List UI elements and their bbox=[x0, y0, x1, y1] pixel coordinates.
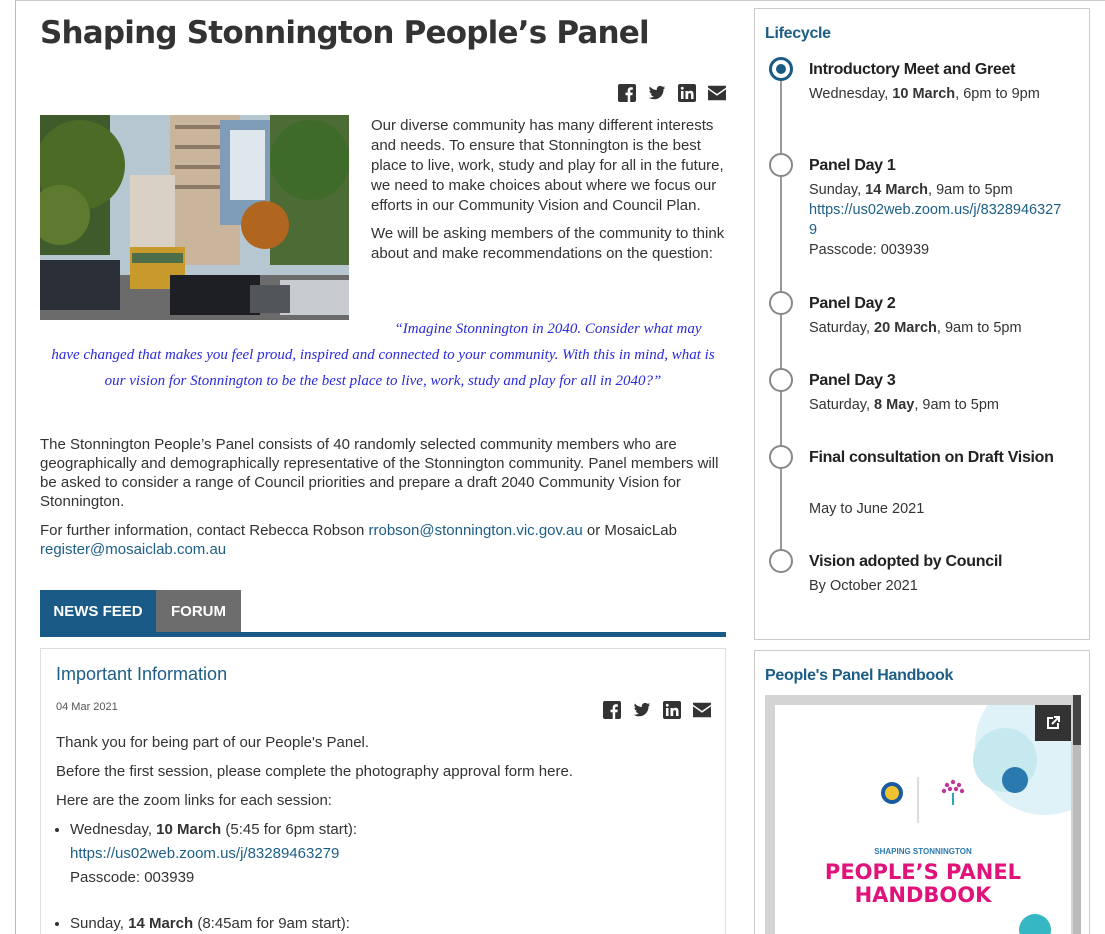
stage-desc: Wednesday, 10 March, 6pm to 9pm bbox=[809, 84, 1069, 104]
stage-desc-date: 8 May bbox=[874, 397, 915, 413]
handbook-preview[interactable]: SHAPING STONNINGTON PEOPLE’S PANEL HANDB… bbox=[765, 695, 1081, 934]
news-line: Before the first session, please complet… bbox=[56, 763, 573, 780]
handbook-doc-title: PEOPLE’S PANEL HANDBOOK bbox=[824, 860, 1022, 907]
session-time: (8:45am for 9am start): bbox=[193, 915, 350, 932]
content-tabs: NEWS FEED FORUM bbox=[40, 580, 726, 637]
stage-desc-date: 20 March bbox=[874, 320, 937, 336]
stage-desc-pre: Saturday, bbox=[809, 320, 875, 336]
stage-pending-icon bbox=[769, 445, 793, 469]
session-day: Sunday, bbox=[70, 915, 129, 932]
news-body: Thank you for being part of our People's… bbox=[56, 731, 706, 934]
stage-passcode: Passcode: 003939 bbox=[809, 242, 930, 258]
intro-paragraph-2: We will be asking members of the communi… bbox=[371, 225, 725, 262]
stage-desc-time: , 6pm to 9pm bbox=[955, 86, 1040, 102]
stage-current-icon bbox=[769, 57, 793, 81]
facebook-icon[interactable] bbox=[603, 701, 621, 719]
news-line: Here are the zoom links for each session… bbox=[56, 792, 332, 809]
news-item: Important Information 04 Mar 2021 Thank … bbox=[40, 648, 726, 934]
session-day: Wednesday, bbox=[70, 821, 157, 838]
facebook-icon[interactable] bbox=[618, 84, 636, 102]
intro-text: Our diverse community has many different… bbox=[371, 116, 727, 272]
contact-email-mosaiclab[interactable]: register@mosaiclab.com.au bbox=[40, 541, 226, 558]
stage-title: Final consultation on Draft Vision bbox=[809, 449, 1054, 466]
stage-title: Panel Day 1 bbox=[809, 157, 896, 174]
quote-line-1: “Imagine Stonnington in 2040. Consider w… bbox=[394, 321, 702, 337]
handbook-document-page: SHAPING STONNINGTON PEOPLE’S PANEL HANDB… bbox=[775, 705, 1071, 934]
vision-question-quote: “Imagine Stonnington in 2040. Consider w… bbox=[40, 316, 726, 394]
contact-prefix: For further information, contact Rebecca… bbox=[40, 522, 369, 539]
preview-scrollbar[interactable] bbox=[1073, 695, 1081, 934]
stage-desc: Sunday, 14 March, 9am to 5pm https://us02… bbox=[809, 180, 1069, 260]
stage-desc: May to June 2021 bbox=[809, 501, 925, 517]
stage-pending-icon bbox=[769, 368, 793, 392]
main-content: Shaping Stonnington People’s Panel Our d… bbox=[40, 10, 726, 934]
tab-underline bbox=[40, 632, 726, 637]
stage-desc-pre: Sunday, bbox=[809, 182, 866, 198]
stage-desc: By October 2021 bbox=[809, 578, 918, 594]
handbook-title: People's Panel Handbook bbox=[765, 667, 954, 684]
open-external-icon[interactable] bbox=[1035, 705, 1071, 741]
handbook-kicker: SHAPING STONNINGTON bbox=[874, 847, 972, 856]
stage-desc-date: 14 March bbox=[865, 182, 929, 198]
session-zoom-link[interactable]: https://us02web.zoom.us/j/83289463279 bbox=[70, 845, 339, 862]
stage-zoom-link[interactable]: https://us02web.zoom.us/j/83289463279 bbox=[809, 202, 1061, 238]
contact-middle: or MosaicLab bbox=[582, 522, 677, 539]
email-icon[interactable] bbox=[693, 701, 711, 719]
stage-pending-icon bbox=[769, 153, 793, 177]
lifecycle-panel: Lifecycle Introductory Meet and Greet We… bbox=[754, 8, 1090, 640]
stage-pending-icon bbox=[769, 549, 793, 573]
stage-title: Panel Day 2 bbox=[809, 295, 896, 312]
quote-rest: have changed that makes you feel proud, … bbox=[51, 347, 715, 389]
linkedin-icon[interactable] bbox=[678, 84, 696, 102]
news-title[interactable]: Important Information bbox=[56, 664, 227, 685]
stage-desc: Saturday, 20 March, 9am to 5pm bbox=[809, 318, 1069, 338]
news-date: 04 Mar 2021 bbox=[56, 701, 118, 713]
share-bar bbox=[618, 84, 726, 102]
session-list: Wednesday, 10 March (5:45 for 6pm start)… bbox=[70, 818, 706, 934]
tab-forum[interactable]: FORUM bbox=[156, 590, 241, 633]
page-title: Shaping Stonnington People’s Panel bbox=[40, 15, 650, 51]
stage-title: Vision adopted by Council bbox=[809, 553, 1003, 570]
stage-title: Introductory Meet and Greet bbox=[809, 61, 1016, 78]
contact-email-rebecca[interactable]: rrobson@stonnington.vic.gov.au bbox=[369, 522, 583, 539]
lifecycle-title: Lifecycle bbox=[765, 25, 831, 42]
hero-street-image bbox=[40, 115, 349, 320]
stage-title: Panel Day 3 bbox=[809, 372, 896, 389]
session-time: (5:45 for 6pm start): bbox=[221, 821, 358, 838]
stage-desc-pre: Saturday, bbox=[809, 397, 875, 413]
stage-pending-icon bbox=[769, 291, 793, 315]
panel-description-text: The Stonnington People’s Panel consists … bbox=[40, 436, 719, 510]
session-item: Wednesday, 10 March (5:45 for 6pm start)… bbox=[70, 818, 706, 890]
handbook-panel: People's Panel Handbook SHAPING STONNING… bbox=[754, 650, 1090, 934]
stage-desc-time: , 9am to 5pm bbox=[936, 320, 1022, 336]
stage-desc-pre: Wednesday, bbox=[809, 86, 893, 102]
tab-news-feed[interactable]: NEWS FEED bbox=[40, 590, 156, 633]
stage-desc-date: 10 March bbox=[892, 86, 956, 102]
twitter-icon[interactable] bbox=[648, 84, 666, 102]
email-icon[interactable] bbox=[708, 84, 726, 102]
session-date: 10 March bbox=[156, 821, 222, 838]
panel-description: The Stonnington People’s Panel consists … bbox=[40, 435, 726, 569]
timeline-line bbox=[780, 69, 782, 569]
session-item: Sunday, 14 March (8:45am for 9am start): bbox=[70, 912, 706, 934]
news-line: Thank you for being part of our People's… bbox=[56, 734, 370, 751]
stage-desc: Saturday, 8 May, 9am to 5pm bbox=[809, 395, 1069, 415]
news-share-bar bbox=[603, 701, 711, 719]
stage-desc-time: , 9am to 5pm bbox=[914, 397, 999, 413]
session-date: 14 March bbox=[128, 915, 194, 932]
linkedin-icon[interactable] bbox=[663, 701, 681, 719]
stage-desc-time: , 9am to 5pm bbox=[928, 182, 1013, 198]
intro-paragraph-1: Our diverse community has many different… bbox=[371, 117, 724, 214]
twitter-icon[interactable] bbox=[633, 701, 651, 719]
scrollbar-thumb[interactable] bbox=[1073, 695, 1081, 745]
contact-info: For further information, contact Rebecca… bbox=[40, 521, 726, 559]
session-passcode: Passcode: 003939 bbox=[70, 869, 195, 886]
